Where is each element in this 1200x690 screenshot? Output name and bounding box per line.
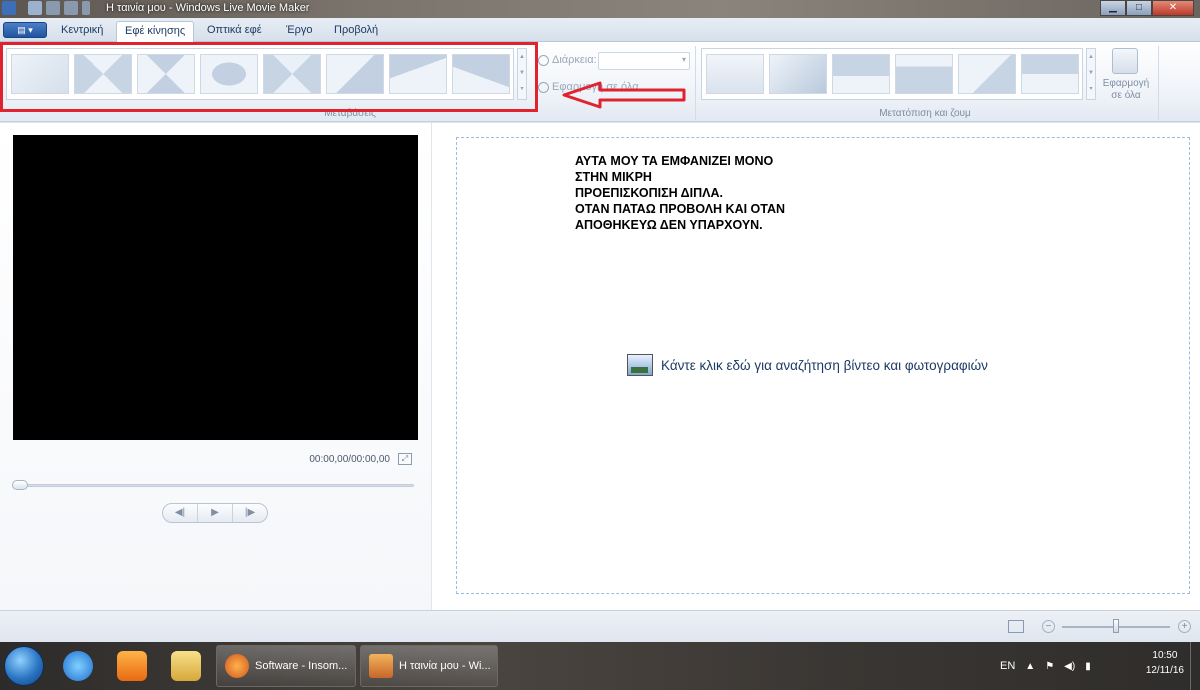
annotation-arrow — [562, 81, 686, 109]
note-line: ΟΤΑΝ ΠΑΤΑΩ ΠΡΟΒΟΛΗ ΚΑΙ ΟΤΑΝ — [575, 202, 786, 216]
title-bar: Η ταινία μου - Windows Live Movie Maker … — [0, 0, 1200, 18]
clock-time: 10:50 — [1152, 650, 1178, 661]
thumbnail-size-icon[interactable] — [1008, 620, 1024, 633]
language-indicator[interactable]: EN — [1000, 660, 1015, 672]
zoom-in-button[interactable]: + — [1178, 620, 1191, 633]
clock-date: 12/11/16 — [1145, 665, 1184, 676]
apply-to-all-icon — [538, 82, 549, 93]
pan-zoom-gallery[interactable] — [701, 48, 1083, 100]
zoom-slider-thumb[interactable] — [1113, 619, 1119, 633]
pan-zoom-gallery-scroll[interactable]: ▲ ▼ ▾ — [1086, 48, 1096, 100]
ribbon-tab-strip: ▤ ▾ Κεντρική Εφέ κίνησης Οπτικά εφέ Έργο… — [0, 18, 1200, 42]
add-media-hint[interactable]: Κάντε κλικ εδώ για αναζήτηση βίντεο και … — [627, 354, 988, 376]
pan-zoom-none-thumb[interactable] — [706, 54, 764, 94]
action-center-flag-icon[interactable]: ⚑ — [1045, 661, 1054, 672]
apply-all-button[interactable]: Εφαρμογή σε όλα — [1098, 78, 1154, 102]
clock[interactable]: 10:50 12/11/16 — [1146, 648, 1184, 678]
pan-zoom-auto-thumb[interactable] — [769, 54, 827, 94]
show-desktop-button[interactable] — [1190, 642, 1200, 690]
duration-combobox[interactable]: ▾ — [598, 52, 690, 70]
media-player-icon[interactable] — [106, 646, 158, 686]
playback-controls: ◀| ▶ |▶ — [162, 503, 268, 523]
app-logo-icon — [2, 1, 16, 15]
firefox-icon — [225, 654, 249, 678]
redo-icon[interactable] — [64, 1, 78, 15]
user-annotation-text: ΑΥΤΑ ΜΟΥ ΤΑ ΕΜΦΑΝΙΖΕΙ ΜΟΝΟ ΣΤΗΝ ΜΙΚΡΗ ΠΡ… — [575, 153, 785, 233]
save-icon[interactable] — [28, 1, 42, 15]
zoom-corner-thumb[interactable] — [958, 54, 1016, 94]
tab-project[interactable]: Έργο — [278, 21, 321, 42]
quick-access-toolbar — [2, 1, 90, 15]
ribbon-separator-end — [1158, 46, 1159, 120]
note-line: ΠΡΟΕΠΙΣΚΟΠΙΣΗ ΔΙΠΛΑ. — [575, 186, 723, 200]
taskbar-button-movie-maker[interactable]: Η ταινία μου - Wi... — [360, 645, 498, 687]
apply-all-icon — [1112, 48, 1138, 74]
start-button[interactable] — [4, 646, 44, 686]
pan-down-thumb[interactable] — [1021, 54, 1079, 94]
fullscreen-icon[interactable]: ⤢ — [398, 453, 412, 465]
taskbar-button-label: Η ταινία μου - Wi... — [399, 660, 491, 672]
zoom-out-button[interactable]: − — [1042, 620, 1055, 633]
undo-icon[interactable] — [46, 1, 60, 15]
file-explorer-icon[interactable] — [160, 646, 212, 686]
taskbar-button-firefox[interactable]: Software - Insom... — [216, 645, 356, 687]
next-frame-button[interactable]: |▶ — [232, 504, 267, 522]
network-icon[interactable]: ▮ — [1085, 661, 1091, 672]
zoom-up-thumb[interactable] — [895, 54, 953, 94]
storyboard-area[interactable]: ΑΥΤΑ ΜΟΥ ΤΑ ΕΜΦΑΝΙΖΕΙ ΜΟΝΟ ΣΤΗΝ ΜΙΚΡΗ ΠΡ… — [456, 137, 1190, 594]
note-line: ΑΠΟΘΗΚΕΥΩ ΔΕΝ ΥΠΑΡΧΟΥΝ. — [575, 218, 763, 232]
maximize-button[interactable]: □ — [1126, 0, 1152, 16]
pan-up-thumb[interactable] — [832, 54, 890, 94]
duration-icon — [538, 55, 549, 66]
duration-label: Διάρκεια: — [552, 54, 597, 66]
pan-zoom-group-label: Μετατόπιση και ζουμ — [879, 108, 971, 119]
window-title: Η ταινία μου - Windows Live Movie Maker — [106, 2, 310, 14]
internet-explorer-icon[interactable] — [52, 646, 104, 686]
status-bar: − + — [0, 610, 1200, 642]
minimize-button[interactable]: ▁ — [1100, 0, 1126, 16]
movie-maker-icon — [369, 654, 393, 678]
show-hidden-icons-icon[interactable]: ▲ — [1025, 661, 1035, 672]
seek-bar[interactable] — [14, 484, 414, 487]
taskbar: Software - Insom... Η ταινία μου - Wi...… — [0, 642, 1200, 690]
play-button[interactable]: ▶ — [197, 504, 232, 522]
timecode: 00:00,00/00:00,00 — [309, 454, 390, 465]
note-line: ΑΥΤΑ ΜΟΥ ΤΑ ΕΜΦΑΝΙΖΕΙ ΜΟΝΟ — [575, 154, 774, 168]
tab-view[interactable]: Προβολή — [326, 21, 386, 42]
app-menu-button[interactable]: ▤ ▾ — [3, 22, 47, 38]
seek-thumb[interactable] — [12, 480, 28, 490]
main-area: 00:00,00/00:00,00 ⤢ ◀| ▶ |▶ ΑΥΤΑ ΜΟΥ ΤΑ … — [0, 123, 1200, 610]
qat-dropdown-icon[interactable] — [82, 1, 90, 15]
close-button[interactable]: ✕ — [1152, 0, 1194, 16]
tab-animations[interactable]: Εφέ κίνησης — [116, 21, 195, 42]
note-line: ΣΤΗΝ ΜΙΚΡΗ — [575, 170, 652, 184]
tab-visual-effects[interactable]: Οπτικά εφέ — [199, 21, 270, 42]
previous-frame-button[interactable]: ◀| — [163, 504, 197, 522]
annotation-highlight-box — [0, 42, 538, 112]
video-preview[interactable] — [13, 135, 418, 440]
taskbar-button-label: Software - Insom... — [255, 660, 348, 672]
tab-home[interactable]: Κεντρική — [53, 21, 111, 42]
photo-film-icon — [627, 354, 653, 376]
preview-pane: 00:00,00/00:00,00 ⤢ ◀| ▶ |▶ — [0, 123, 432, 610]
volume-icon[interactable]: ◀) — [1064, 661, 1075, 672]
add-media-hint-text[interactable]: Κάντε κλικ εδώ για αναζήτηση βίντεο και … — [661, 358, 988, 373]
ribbon-separator — [695, 46, 696, 120]
